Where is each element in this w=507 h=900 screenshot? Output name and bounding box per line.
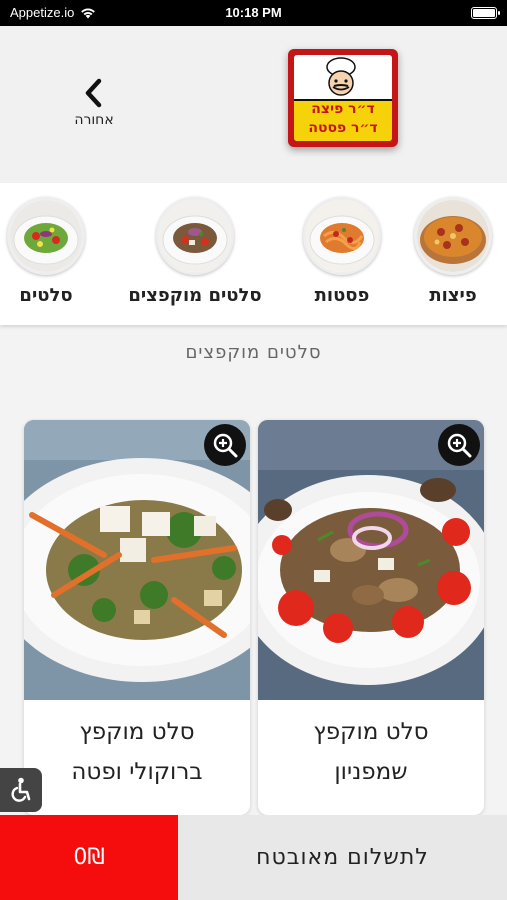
back-button[interactable]: אחורה: [68, 78, 120, 133]
category-label: סלטים מוקפצים: [128, 285, 262, 306]
logo-line-2: ד״ר פסטה: [308, 120, 378, 136]
product-card[interactable]: סלט מוקפץ שמפניון: [258, 420, 484, 815]
category-label: סלטים: [19, 285, 73, 306]
zoom-button[interactable]: [438, 424, 480, 466]
category-salads[interactable]: סלטים: [6, 197, 86, 306]
restaurant-logo: ד״ר פיצה ד״ר פסטה: [288, 49, 398, 147]
product-title: סלט מוקפץ ברוקולי ופטה: [24, 712, 250, 792]
salad-thumbnail: [7, 197, 85, 275]
secure-payment-button[interactable]: לתשלום מאובטח: [178, 815, 507, 900]
cart-total-button[interactable]: 0₪: [0, 815, 178, 900]
category-stirfry-salads[interactable]: סלטים מוקפצים: [115, 197, 275, 306]
chef-mascot-icon: [326, 57, 356, 96]
header: אחורה ד״ר פיצה ד״ר פסטה: [0, 26, 507, 183]
back-label: אחורה: [74, 112, 114, 128]
chevron-left-icon: [85, 78, 102, 108]
product-title: סלט מוקפץ שמפניון: [258, 712, 484, 792]
zoom-in-icon: [447, 433, 472, 458]
status-time: 10:18 PM: [225, 5, 282, 20]
product-title-line1: סלט מוקפץ: [313, 719, 429, 745]
battery-icon: [471, 7, 500, 19]
wheelchair-icon: [11, 777, 31, 802]
status-bar: Appetize.io 10:18 PM: [0, 0, 507, 26]
category-bar: פיצות פסטות סלטים מוקפצים סלטים: [0, 183, 507, 325]
product-card[interactable]: סלט מוקפץ ברוקולי ופטה: [24, 420, 250, 815]
product-title-line2: שמפניון: [334, 759, 408, 785]
category-pastas[interactable]: פסטות: [300, 197, 384, 306]
section-title: סלטים מוקפצים: [185, 342, 322, 363]
pizza-thumbnail: [414, 197, 492, 275]
logo-line-1: ד״ר פיצה: [311, 101, 375, 117]
category-label: פיצות: [429, 285, 477, 306]
zoom-button[interactable]: [204, 424, 246, 466]
zoom-in-icon: [213, 433, 238, 458]
product-title-line2: ברוקולי ופטה: [71, 759, 203, 785]
category-pizzas[interactable]: פיצות: [412, 197, 494, 306]
product-title-line1: סלט מוקפץ: [79, 719, 195, 745]
pasta-thumbnail: [303, 197, 381, 275]
accessibility-button[interactable]: [0, 768, 42, 812]
footer-bar: 0₪ לתשלום מאובטח: [0, 815, 507, 900]
category-label: פסטות: [314, 285, 370, 306]
stirfry-salad-thumbnail: [156, 197, 234, 275]
